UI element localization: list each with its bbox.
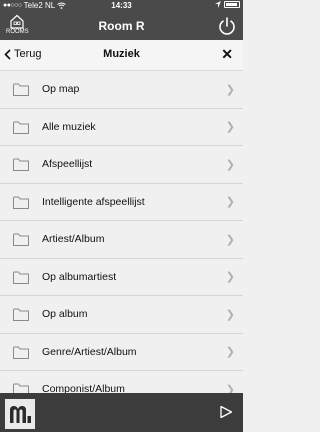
folder-icon — [13, 158, 29, 171]
status-bar: ●●○○○ Tele2 NL 14:33 — [0, 0, 243, 12]
list-item[interactable]: Intelligente afspeellijst ❯ — [0, 183, 243, 221]
rooms-button[interactable]: ROOMS — [6, 14, 29, 38]
room-title: Room R — [98, 19, 145, 33]
folder-icon — [13, 196, 29, 209]
list-item[interactable]: Componist/Album ❯ — [0, 371, 243, 393]
list-item[interactable]: Op map ❯ — [0, 71, 243, 109]
location-icon — [215, 1, 221, 8]
chevron-right-icon: ❯ — [225, 308, 235, 321]
now-playing-bar — [0, 393, 243, 432]
battery-icon — [224, 1, 240, 8]
chevron-right-icon: ❯ — [225, 346, 235, 359]
chevron-right-icon: ❯ — [225, 233, 235, 246]
folder-icon — [13, 346, 29, 359]
chevron-left-icon — [4, 48, 11, 60]
page-title: Muziek — [103, 48, 140, 60]
music-category-list: Op map ❯ Alle muziek ❯ Afspeellijst ❯ In… — [0, 71, 243, 393]
folder-icon — [13, 83, 29, 96]
app: ●●○○○ Tele2 NL 14:33 ROOMS Room R Terug … — [0, 0, 243, 432]
list-item[interactable]: Alle muziek ❯ — [0, 108, 243, 146]
chevron-right-icon: ❯ — [225, 121, 235, 134]
list-item[interactable]: Op album ❯ — [0, 296, 243, 334]
room-header: ROOMS Room R — [0, 12, 243, 40]
back-button[interactable]: Terug — [4, 48, 42, 60]
list-item-label: Afspeellijst — [42, 158, 93, 171]
chevron-right-icon: ❯ — [225, 83, 235, 96]
list-item[interactable]: Genre/Artiest/Album ❯ — [0, 333, 243, 371]
list-item-label: Op album — [42, 308, 88, 321]
folder-icon — [13, 383, 29, 393]
folder-icon — [13, 233, 29, 246]
chevron-right-icon: ❯ — [225, 271, 235, 284]
list-item-label: Alle muziek — [42, 120, 96, 133]
list-item-label: Componist/Album — [42, 383, 125, 393]
list-item[interactable]: Op albumartiest ❯ — [0, 258, 243, 296]
chevron-right-icon: ❯ — [225, 383, 235, 393]
list-item[interactable]: Afspeellijst ❯ — [0, 146, 243, 184]
list-item-label: Artiest/Album — [42, 233, 105, 246]
nav-header: Terug Muziek ✕ — [0, 40, 243, 71]
list-item-label: Op map — [42, 83, 80, 96]
list-item[interactable]: Artiest/Album ❯ — [0, 221, 243, 259]
folder-icon — [13, 121, 29, 134]
list-item-label: Op albumartiest — [42, 270, 117, 283]
folder-icon — [13, 271, 29, 284]
play-icon[interactable] — [219, 405, 233, 419]
rooms-label: ROOMS — [6, 29, 29, 35]
list-item-label: Genre/Artiest/Album — [42, 345, 137, 358]
list-item-label: Intelligente afspeellijst — [42, 195, 145, 208]
back-label: Terug — [14, 48, 42, 60]
brand-logo-icon — [5, 399, 35, 429]
power-icon[interactable] — [217, 16, 237, 36]
clock: 14:33 — [111, 1, 132, 10]
close-button[interactable]: ✕ — [221, 46, 233, 63]
chevron-right-icon: ❯ — [225, 196, 235, 209]
house-icon — [10, 14, 24, 29]
status-right — [215, 1, 240, 8]
chevron-right-icon: ❯ — [225, 158, 235, 171]
folder-icon — [13, 308, 29, 321]
logo-thumbnail[interactable] — [5, 399, 35, 429]
